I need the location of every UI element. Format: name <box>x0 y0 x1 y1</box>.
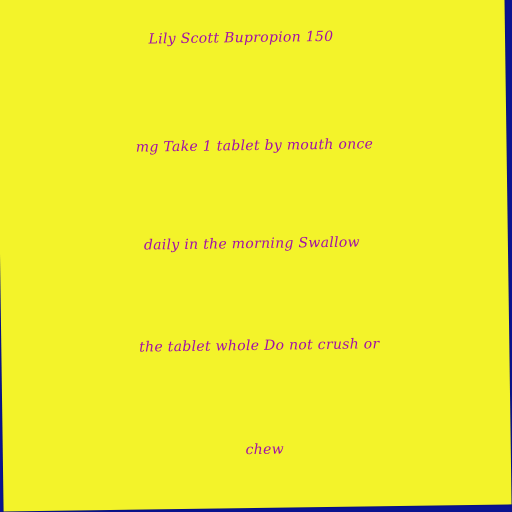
note-line-1: Lily Scott Bupropion 150 <box>148 28 334 48</box>
sticky-note: Lily Scott Bupropion 150 mg Take 1 table… <box>0 0 512 512</box>
note-line-3: daily in the morning Swallow <box>143 234 360 254</box>
note-line-2: mg Take 1 tablet by mouth once <box>135 136 374 156</box>
background-frame: Lily Scott Bupropion 150 mg Take 1 table… <box>0 0 512 512</box>
note-line-4: the tablet whole Do not crush or <box>139 336 380 356</box>
note-line-5: chew <box>245 441 285 459</box>
